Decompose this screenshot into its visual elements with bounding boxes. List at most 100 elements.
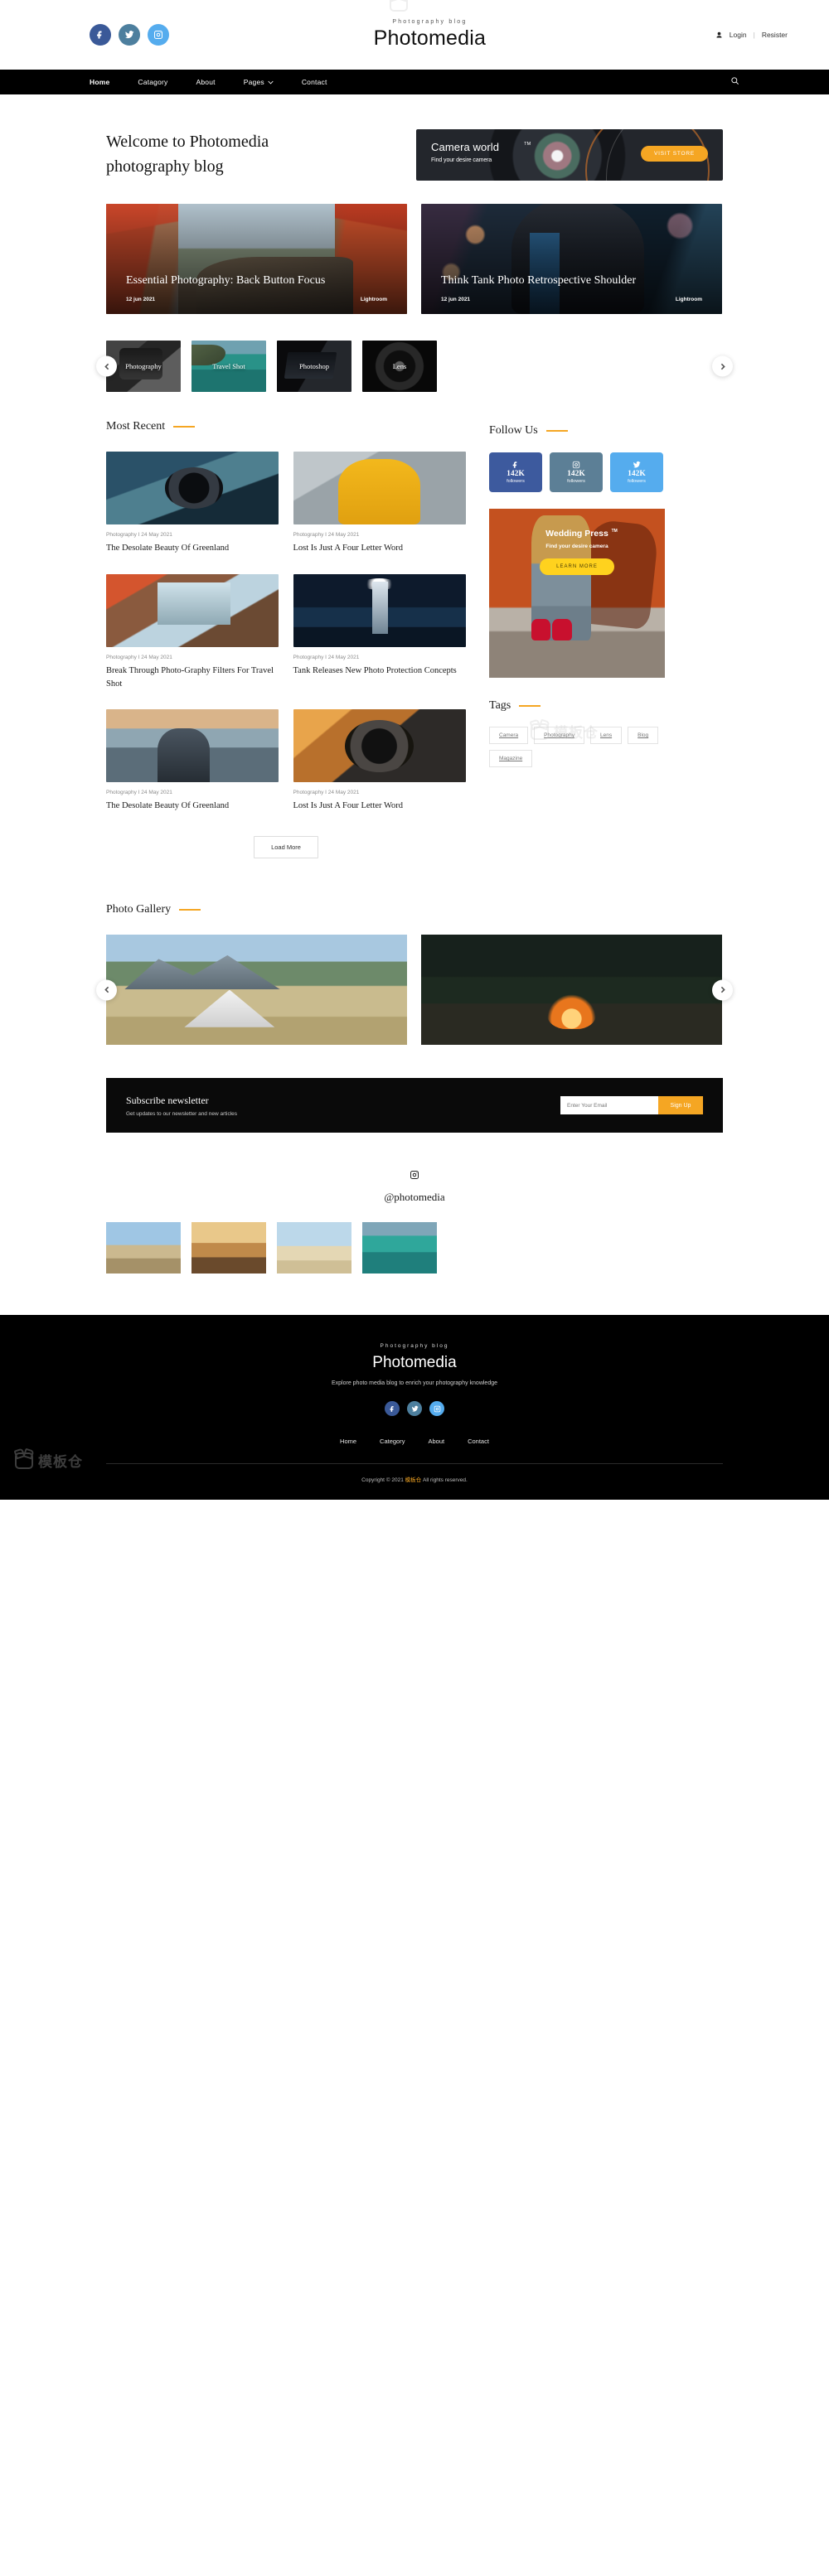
post-item[interactable]: Photography I 24 May 2021 The Desolate B…: [106, 709, 279, 813]
account-separator: |: [753, 31, 755, 39]
follower-count: 142K: [567, 470, 585, 478]
featured-date: 12 jun 2021: [126, 297, 156, 302]
wedding-press-ad[interactable]: Wedding Press TM Find your desire camera …: [489, 509, 665, 678]
photo-gallery-section: Photo Gallery: [96, 903, 733, 1045]
tag-item[interactable]: Magazine: [489, 750, 533, 767]
post-item[interactable]: Photography I 24 May 2021 Tank Releases …: [293, 573, 467, 691]
gallery-next-button[interactable]: [712, 979, 733, 1000]
section-title: Photo Gallery: [106, 903, 172, 916]
facebook-icon[interactable]: [90, 24, 111, 46]
instagram-icon[interactable]: [429, 1401, 444, 1416]
post-item[interactable]: Photography I 24 May 2021 Lost Is Just A…: [293, 452, 467, 555]
instagram-icon[interactable]: [148, 24, 169, 46]
featured-category[interactable]: Lightroom: [361, 297, 387, 302]
gallery-prev-button[interactable]: [96, 979, 117, 1000]
site-footer: Photography blog Photomedia Explore phot…: [0, 1315, 829, 1500]
heading-accent-bar: [173, 426, 196, 428]
featured-date: 12 jun 2021: [441, 297, 471, 302]
post-title: Lost Is Just A Four Letter Word: [293, 801, 404, 811]
post-meta: Photography I 24 May 2021: [106, 654, 172, 660]
nav-item-contact[interactable]: Contact: [302, 78, 327, 86]
category-card[interactable]: Travel Shot: [191, 341, 266, 392]
signup-button[interactable]: Sign Up: [658, 1096, 703, 1114]
follow-box-facebook[interactable]: 142K followers: [489, 452, 542, 492]
nav-item-about[interactable]: About: [196, 78, 216, 86]
section-title: Tags: [489, 699, 511, 712]
ad-boot-decoration: [531, 618, 551, 641]
category-label: Travel Shot: [191, 341, 266, 392]
copyright-suffix: All rights reserved.: [422, 1477, 468, 1483]
ad-text-block: Camera world TM Find your desire camera: [431, 141, 531, 163]
newsletter-heading: Subscribe newsletter: [126, 1094, 209, 1106]
post-item[interactable]: Photography I 24 May 2021 Break Through …: [106, 573, 279, 691]
heading-accent-bar: [179, 909, 201, 911]
gallery-image[interactable]: [106, 935, 407, 1045]
chevron-down-icon: [268, 80, 274, 84]
ad-heading: Camera world: [431, 141, 500, 153]
tag-item[interactable]: Camera: [489, 727, 529, 744]
footer-nav-home[interactable]: Home: [340, 1438, 356, 1445]
newsletter-form: Sign Up: [560, 1096, 703, 1114]
footer-nav-contact[interactable]: Contact: [468, 1438, 489, 1445]
visit-store-button[interactable]: VISIT STORE: [640, 146, 708, 162]
category-label: Photography: [106, 341, 181, 392]
footer-copyright: Copyright © 2021 模板仓 All rights reserved…: [0, 1464, 829, 1500]
footer-nav-category[interactable]: Category: [380, 1438, 405, 1445]
search-button[interactable]: [730, 75, 739, 89]
section-title: Most Recent: [106, 420, 166, 433]
follow-box-instagram[interactable]: 142K followers: [550, 452, 603, 492]
post-item[interactable]: Photography I 24 May 2021 The Desolate B…: [106, 452, 279, 555]
nav-item-home[interactable]: Home: [90, 78, 109, 86]
post-title: The Desolate Beauty Of Greenland: [106, 801, 230, 811]
register-link[interactable]: Resister: [762, 31, 788, 39]
category-label: Photoshop: [277, 341, 351, 392]
follower-count: 142K: [628, 470, 646, 478]
page-root: Photography blog Photomedia Login | Resi…: [0, 0, 829, 1500]
featured-card[interactable]: Think Tank Photo Retrospective Shoulder …: [421, 204, 722, 314]
sidebar-ad-heading: Wedding Press TM: [545, 529, 618, 539]
brand-tagline: Photography blog: [392, 19, 468, 25]
facebook-icon[interactable]: [385, 1401, 400, 1416]
post-thumbnail: [293, 452, 466, 524]
camera-world-ad-banner[interactable]: Camera world TM Find your desire camera …: [416, 129, 723, 181]
post-item[interactable]: Photography I 24 May 2021 Lost Is Just A…: [293, 709, 467, 813]
learn-more-button[interactable]: LEARN MORE: [540, 558, 614, 575]
featured-card[interactable]: Essential Photography: Back Button Focus…: [106, 204, 407, 314]
post-meta: Photography I 24 May 2021: [293, 532, 360, 538]
post-thumbnail: [106, 709, 279, 783]
category-card[interactable]: Lens: [362, 341, 437, 392]
login-link[interactable]: Login: [730, 31, 747, 39]
tags-widget: Tags Camera Photography Lens Blog Magazi…: [489, 699, 665, 767]
category-card[interactable]: Photography: [106, 341, 181, 392]
twitter-icon[interactable]: [407, 1401, 422, 1416]
gallery-image[interactable]: [421, 935, 722, 1045]
instagram-photo[interactable]: [191, 1222, 266, 1274]
footer-nav-about[interactable]: About: [428, 1438, 444, 1445]
nav-item-catagory[interactable]: Catagory: [138, 78, 167, 86]
nav-list: Home Catagory About Pages Contact: [90, 78, 327, 86]
carousel-next-button[interactable]: [712, 355, 733, 377]
nav-item-pages[interactable]: Pages: [244, 78, 274, 86]
instagram-photo[interactable]: [106, 1222, 181, 1274]
tag-item[interactable]: Photography: [534, 727, 584, 744]
instagram-grid: [106, 1222, 723, 1274]
instagram-photo[interactable]: [362, 1222, 437, 1274]
instagram-photo[interactable]: [277, 1222, 351, 1274]
site-brand[interactable]: Photography blog Photomedia: [374, 19, 486, 51]
tag-item[interactable]: Blog: [628, 727, 659, 744]
instagram-handle[interactable]: @photomedia: [106, 1191, 723, 1204]
recent-posts-grid: Photography I 24 May 2021 The Desolate B…: [106, 452, 466, 813]
category-card[interactable]: Photoshop: [277, 341, 351, 392]
sidebar: Follow Us 142K followers 142K followers: [489, 420, 665, 767]
follower-label: followers: [507, 479, 525, 484]
email-input[interactable]: [560, 1096, 658, 1114]
carousel-prev-button[interactable]: [96, 355, 117, 377]
follow-box-twitter[interactable]: 142K followers: [610, 452, 663, 492]
tags-heading: Tags: [489, 699, 665, 713]
load-more-button[interactable]: Load More: [254, 836, 318, 858]
featured-category[interactable]: Lightroom: [676, 297, 702, 302]
tag-item[interactable]: Lens: [590, 727, 623, 744]
sidebar-ad-heading-text: Wedding Press: [545, 529, 608, 539]
post-title: Break Through Photo-Graphy Filters For T…: [106, 665, 274, 689]
twitter-icon[interactable]: [119, 24, 140, 46]
